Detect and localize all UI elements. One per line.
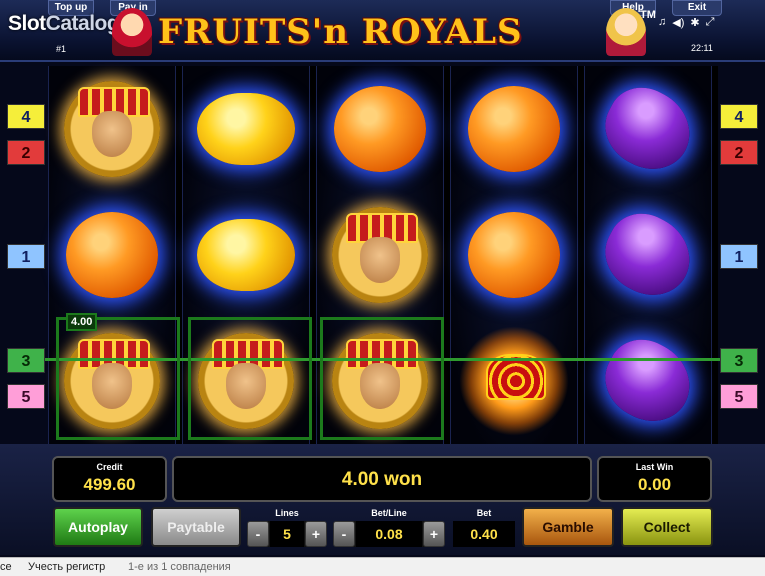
line-marker-right[interactable]: 4 [720, 104, 758, 129]
logo-part2: Catalog [45, 12, 120, 35]
trademark-mark: TM [640, 9, 656, 21]
credit-label: Credit [96, 462, 123, 472]
game-title: FRUITS'n ROYALS [158, 12, 523, 52]
line-marker-right[interactable]: 2 [720, 140, 758, 165]
orange-symbol-icon [468, 212, 560, 298]
reel-cell [585, 318, 711, 444]
plum-symbol-icon [592, 201, 704, 309]
line-marker-left[interactable]: 1 [7, 244, 45, 269]
bet-per-line-label: Bet/Line [371, 508, 407, 518]
bet-per-line-minus-button[interactable]: - [333, 521, 355, 547]
music-note-icon[interactable]: ♫ [658, 16, 666, 29]
top-bar: Top up Pay in Help Exit SlotCatalog .com… [0, 0, 765, 62]
exit-button[interactable]: Exit [672, 0, 722, 16]
bet-label: Bet [476, 508, 492, 518]
king-symbol-icon [332, 207, 428, 303]
win-frame [320, 317, 444, 440]
autoplay-button[interactable]: Autoplay [53, 507, 143, 547]
logo-part1: Slot [8, 12, 46, 35]
lines-plus-button[interactable]: + [305, 521, 327, 547]
paytable-button[interactable]: Paytable [151, 507, 241, 547]
crown-symbol-icon [459, 326, 569, 436]
reel-cell [451, 192, 577, 318]
win-amount-label: 4.00 [66, 313, 98, 331]
machine-number: #1 [56, 44, 67, 54]
orange-symbol-icon [334, 86, 426, 172]
speaker-icon[interactable]: ◀) [672, 16, 684, 29]
win-frame [56, 317, 180, 440]
match-count: 1-е из 1 совпадения [128, 561, 231, 573]
system-icons: ♫ ◀) ✱ ⤢ [658, 16, 714, 29]
last-win-value: 0.00 [637, 475, 672, 494]
lines-stepper: - 5 + [247, 521, 327, 547]
gamble-button[interactable]: Gamble [522, 507, 614, 547]
win-frame [188, 317, 312, 440]
lines-value: 5 [270, 521, 304, 547]
credit-value: 499.60 [83, 475, 136, 494]
fullscreen-icon[interactable]: ⤢ [706, 16, 715, 29]
match-case-option[interactable]: Учесть регистр [28, 561, 105, 573]
reel-cell [183, 192, 309, 318]
collect-button[interactable]: Collect [621, 507, 713, 547]
plum-symbol-icon [592, 75, 704, 183]
bet-per-line-stepper: - 0.08 + [333, 521, 445, 547]
orange-symbol-icon [468, 86, 560, 172]
plum-symbol-icon [592, 327, 704, 435]
king-portrait-icon [112, 8, 152, 56]
settings-icon[interactable]: ✱ [690, 16, 699, 29]
find-bar-item[interactable]: се [0, 561, 12, 573]
reel-cell [451, 318, 577, 444]
bet-value: 0.40 [453, 521, 515, 547]
lemon-symbol-icon [197, 93, 295, 165]
line-marker-right[interactable]: 1 [720, 244, 758, 269]
line-marker-left[interactable]: 4 [7, 104, 45, 129]
line-marker-right[interactable]: 3 [720, 348, 758, 373]
king-symbol-icon [64, 81, 160, 177]
browser-find-bar: се Учесть регистр 1-е из 1 совпадения [0, 557, 765, 576]
bet-per-line-plus-button[interactable]: + [423, 521, 445, 547]
line-marker-left[interactable]: 3 [7, 348, 45, 373]
lines-label: Lines [275, 508, 299, 518]
reel-cell [49, 192, 175, 318]
lemon-symbol-icon [197, 219, 295, 291]
bet-display: 0.40 [453, 521, 515, 547]
reel-cell [317, 66, 443, 192]
bet-per-line-value: 0.08 [356, 521, 422, 547]
line-marker-left[interactable]: 5 [7, 384, 45, 409]
win-message-box: 4.00 won [172, 456, 592, 502]
reel-4 [450, 66, 578, 444]
last-win-label: Last Win [635, 462, 674, 472]
won-text: 4.00 won [341, 469, 423, 490]
watermark-logo: SlotCatalog [8, 12, 120, 36]
last-win-box: Last Win 0.00 [597, 456, 712, 502]
reel-cell [49, 66, 175, 192]
reel-cell [451, 66, 577, 192]
reel-cell [183, 66, 309, 192]
lines-minus-button[interactable]: - [247, 521, 269, 547]
line-marker-left[interactable]: 2 [7, 140, 45, 165]
line-marker-right[interactable]: 5 [720, 384, 758, 409]
reel-cell [585, 66, 711, 192]
clock: 22:11 [691, 43, 713, 53]
orange-symbol-icon [66, 212, 158, 298]
reel-cell [317, 192, 443, 318]
reel-5 [584, 66, 712, 444]
reel-cell [585, 192, 711, 318]
credit-box: Credit 499.60 [52, 456, 167, 502]
